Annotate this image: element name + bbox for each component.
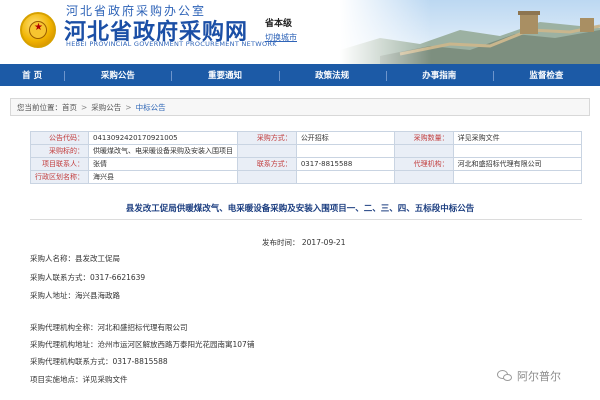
contact-label: 项目联系人：: [30, 157, 89, 171]
region-label: 行政区划名称：: [30, 170, 89, 184]
site-subtitle-en: HEBEI PROVINCIAL GOVERNMENT PROCUREMENT …: [66, 40, 277, 48]
breadcrumb-separator: >: [125, 102, 132, 112]
detail-location: 项目实施地点：详见采购文件: [30, 375, 128, 384]
quantity-value: 详见采购文件: [452, 131, 583, 145]
great-wall-banner: [340, 0, 600, 64]
agency-value: 河北和盛招标代理有限公司: [452, 157, 583, 171]
procurement-method-label: 采购方式：: [237, 131, 297, 145]
nav-policies[interactable]: 政策法规: [278, 69, 386, 81]
current-region: 省本级: [265, 19, 293, 29]
breadcrumb-procurement[interactable]: 采购公告: [91, 102, 121, 113]
empty-value: [295, 170, 395, 184]
procurement-method-value: 公开招标: [295, 131, 395, 145]
breadcrumb-separator: >: [81, 102, 88, 112]
table-row: 采购标的： 供暖煤改气、电采暖设备采购及安装入围项目: [30, 144, 583, 158]
nav-supervision[interactable]: 监督检查: [492, 69, 600, 81]
notice-info-table: 公告代码： 0413092420170921005 采购方式： 公开招标 采购数…: [30, 131, 583, 184]
breadcrumb-home[interactable]: 首页: [62, 102, 77, 113]
notice-code-value: 0413092420170921005: [88, 131, 238, 145]
divider: [30, 219, 582, 220]
breadcrumb-prefix: 您当前位置：: [17, 102, 62, 112]
notice-code-label: 公告代码：: [30, 131, 89, 145]
detail-purchaser-address: 采购人地址：海兴县海政路: [30, 291, 120, 300]
table-row: 行政区划名称： 海兴县: [30, 170, 583, 184]
watermark: 阿尔普尔: [497, 368, 561, 384]
site-header: ★ 河北省政府采购办公室 河北省政府采购网 HEBEI PROVINCIAL G…: [0, 0, 600, 64]
breadcrumb: 您当前位置： 首页 > 采购公告 > 中标公告: [10, 98, 590, 116]
subject-label: 采购标的：: [30, 144, 89, 158]
contact-value: 张倩: [88, 157, 238, 171]
breadcrumb-current: 中标公告: [135, 102, 166, 112]
detail-purchaser-phone: 采购人联系方式：0317-6621639: [30, 273, 146, 282]
empty-label: [393, 170, 454, 184]
table-row: 项目联系人： 张倩 联系方式： 0317-8815588 代理机构： 河北和盛招…: [30, 157, 583, 171]
empty-value: [295, 144, 395, 158]
empty-label: [237, 144, 297, 158]
detail-agency-address: 采购代理机构地址：沧州市运河区解放西路万泰阳光花园南寓107铺: [30, 340, 255, 349]
empty-label: [393, 144, 454, 158]
empty-value: [452, 144, 583, 158]
switch-city-link[interactable]: 切换城市: [265, 32, 297, 43]
nav-home[interactable]: 首 页: [0, 69, 64, 81]
detail-agency-phone: 采购代理机构联系方式：0317-8815588: [30, 357, 168, 366]
region-value: 海兴县: [88, 170, 238, 184]
empty-label: [237, 170, 297, 184]
publish-date: 发布时间： 2017-09-21: [262, 238, 346, 247]
government-emblem-icon: ★: [20, 12, 56, 48]
phone-label: 联系方式：: [237, 157, 297, 171]
detail-purchaser-name: 采购人名称：县发改工促局: [30, 254, 120, 263]
quantity-label: 采购数量：: [393, 131, 454, 145]
table-row: 公告代码： 0413092420170921005 采购方式： 公开招标 采购数…: [30, 131, 583, 145]
wechat-icon: [497, 370, 513, 382]
empty-value: [452, 170, 583, 184]
nav-important-notices[interactable]: 重要通知: [171, 69, 278, 81]
phone-value: 0317-8815588: [295, 157, 395, 171]
subject-value: 供暖煤改气、电采暖设备采购及安装入围项目: [88, 144, 238, 158]
detail-agency-name: 采购代理机构全称：河北和盛招标代理有限公司: [30, 323, 188, 332]
nav-guide[interactable]: 办事指南: [385, 69, 493, 81]
agency-label: 代理机构：: [393, 157, 454, 171]
nav-procurement-notices[interactable]: 采购公告: [64, 69, 171, 81]
notice-title: 县发改工促局供暖煤改气、电采暖设备采购及安装入围项目一、二、三、四、五标段中标公…: [125, 204, 475, 214]
watermark-text: 阿尔普尔: [517, 370, 561, 383]
main-nav: 首 页 采购公告 重要通知 政策法规 办事指南 监督检查: [0, 64, 600, 86]
